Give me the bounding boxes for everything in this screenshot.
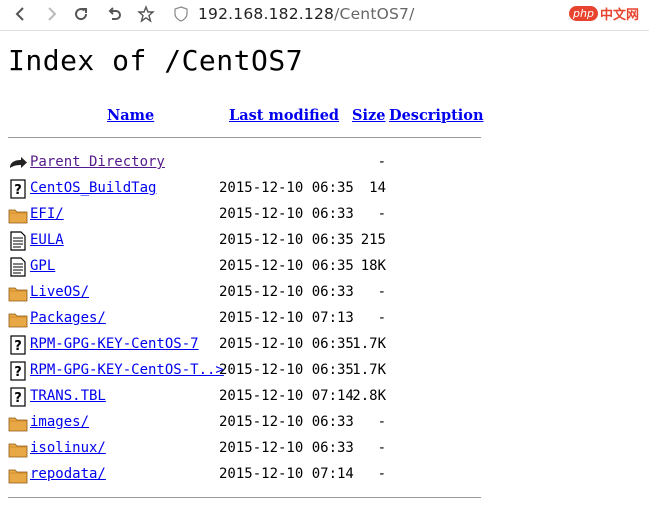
unknown-file-icon: ? bbox=[8, 179, 28, 199]
table-row: repodata/2015-12-10 07:14- bbox=[8, 462, 386, 488]
url-text: 192.168.182.128/CentOS7/ bbox=[198, 5, 415, 23]
forward-icon[interactable] bbox=[40, 3, 62, 25]
file-link[interactable]: TRANS.TBL bbox=[30, 388, 106, 404]
folder-icon bbox=[8, 413, 28, 433]
table-row: images/2015-12-10 06:33- bbox=[8, 410, 386, 436]
file-link[interactable]: images/ bbox=[30, 414, 89, 430]
column-header-size[interactable]: Size bbox=[352, 107, 385, 124]
svg-text:?: ? bbox=[14, 365, 22, 380]
size-value: 2.8K bbox=[352, 388, 386, 404]
undo-icon[interactable] bbox=[103, 3, 125, 25]
size-value: 1.7K bbox=[352, 336, 386, 352]
folder-icon bbox=[8, 439, 28, 459]
file-link[interactable]: RPM-GPG-KEY-CentOS-T..> bbox=[30, 362, 224, 378]
table-row: Packages/2015-12-10 07:13- bbox=[8, 306, 386, 332]
size-value: 18K bbox=[360, 258, 386, 274]
table-row: isolinux/2015-12-10 06:33- bbox=[8, 436, 386, 462]
folder-icon bbox=[8, 309, 28, 329]
size-value: - bbox=[377, 440, 386, 456]
size-value: 215 bbox=[360, 232, 386, 248]
file-link[interactable]: isolinux/ bbox=[30, 440, 106, 456]
file-link[interactable]: Packages/ bbox=[30, 310, 106, 326]
shield-icon bbox=[174, 6, 188, 22]
size-value: - bbox=[377, 414, 386, 430]
browser-toolbar: 192.168.182.128/CentOS7/ php 中文网 bbox=[0, 0, 649, 31]
svg-text:?: ? bbox=[14, 391, 22, 406]
size-value: 1.7K bbox=[352, 362, 386, 378]
file-link[interactable]: CentOS_BuildTag bbox=[30, 180, 156, 196]
table-row: Parent Directory - bbox=[8, 150, 386, 176]
file-link[interactable]: Parent Directory bbox=[30, 154, 165, 170]
size-value: - bbox=[377, 310, 386, 326]
divider bbox=[8, 497, 481, 498]
extension-logo[interactable]: php 中文网 bbox=[569, 2, 639, 24]
file-link[interactable]: GPL bbox=[30, 258, 55, 274]
page-title: Index of /CentOS7 bbox=[8, 44, 304, 77]
folder-icon bbox=[8, 283, 28, 303]
text-file-icon bbox=[8, 231, 28, 251]
table-row: ? RPM-GPG-KEY-CentOS-T..> 2015-12-10 06:35… bbox=[8, 358, 386, 384]
size-value: - bbox=[377, 154, 386, 170]
table-row: EFI/2015-12-10 06:33- bbox=[8, 202, 386, 228]
column-header-last-modified[interactable]: Last modified bbox=[229, 107, 339, 124]
unknown-file-icon: ? bbox=[8, 361, 28, 381]
size-value: - bbox=[377, 206, 386, 222]
svg-text:?: ? bbox=[14, 183, 22, 198]
size-value: - bbox=[377, 284, 386, 300]
back-folder-icon bbox=[8, 153, 28, 173]
folder-icon bbox=[8, 205, 28, 225]
column-header-description[interactable]: Description bbox=[389, 107, 484, 124]
file-link[interactable]: RPM-GPG-KEY-CentOS-7 bbox=[30, 336, 199, 352]
table-row: GPL 2015-12-10 06:35 18K bbox=[8, 254, 386, 280]
file-link[interactable]: LiveOS/ bbox=[30, 284, 89, 300]
unknown-file-icon: ? bbox=[8, 387, 28, 407]
table-row: ? CentOS_BuildTag 2015-12-10 06:35 14 bbox=[8, 176, 386, 202]
table-row: ? TRANS.TBL 2015-12-10 07:14 2.8K bbox=[8, 384, 386, 410]
back-icon[interactable] bbox=[10, 3, 32, 25]
size-value: 14 bbox=[369, 180, 386, 196]
unknown-file-icon: ? bbox=[8, 335, 28, 355]
column-header-name[interactable]: Name bbox=[107, 107, 154, 124]
file-link[interactable]: EULA bbox=[30, 232, 64, 248]
folder-icon bbox=[8, 465, 28, 485]
divider bbox=[8, 137, 481, 138]
star-icon[interactable] bbox=[135, 3, 157, 25]
table-row: EULA 2015-12-10 06:35 215 bbox=[8, 228, 386, 254]
table-row: ? RPM-GPG-KEY-CentOS-7 2015-12-10 06:35 1.7… bbox=[8, 332, 386, 358]
file-rows: Parent Directory -? CentOS_BuildTag 2015-12… bbox=[8, 150, 386, 488]
file-link[interactable]: EFI/ bbox=[30, 206, 64, 222]
text-file-icon bbox=[8, 257, 28, 277]
size-value: - bbox=[377, 466, 386, 482]
file-link[interactable]: repodata/ bbox=[30, 466, 106, 482]
svg-text:?: ? bbox=[14, 339, 22, 354]
reload-icon[interactable] bbox=[70, 3, 92, 25]
table-row: LiveOS/2015-12-10 06:33- bbox=[8, 280, 386, 306]
